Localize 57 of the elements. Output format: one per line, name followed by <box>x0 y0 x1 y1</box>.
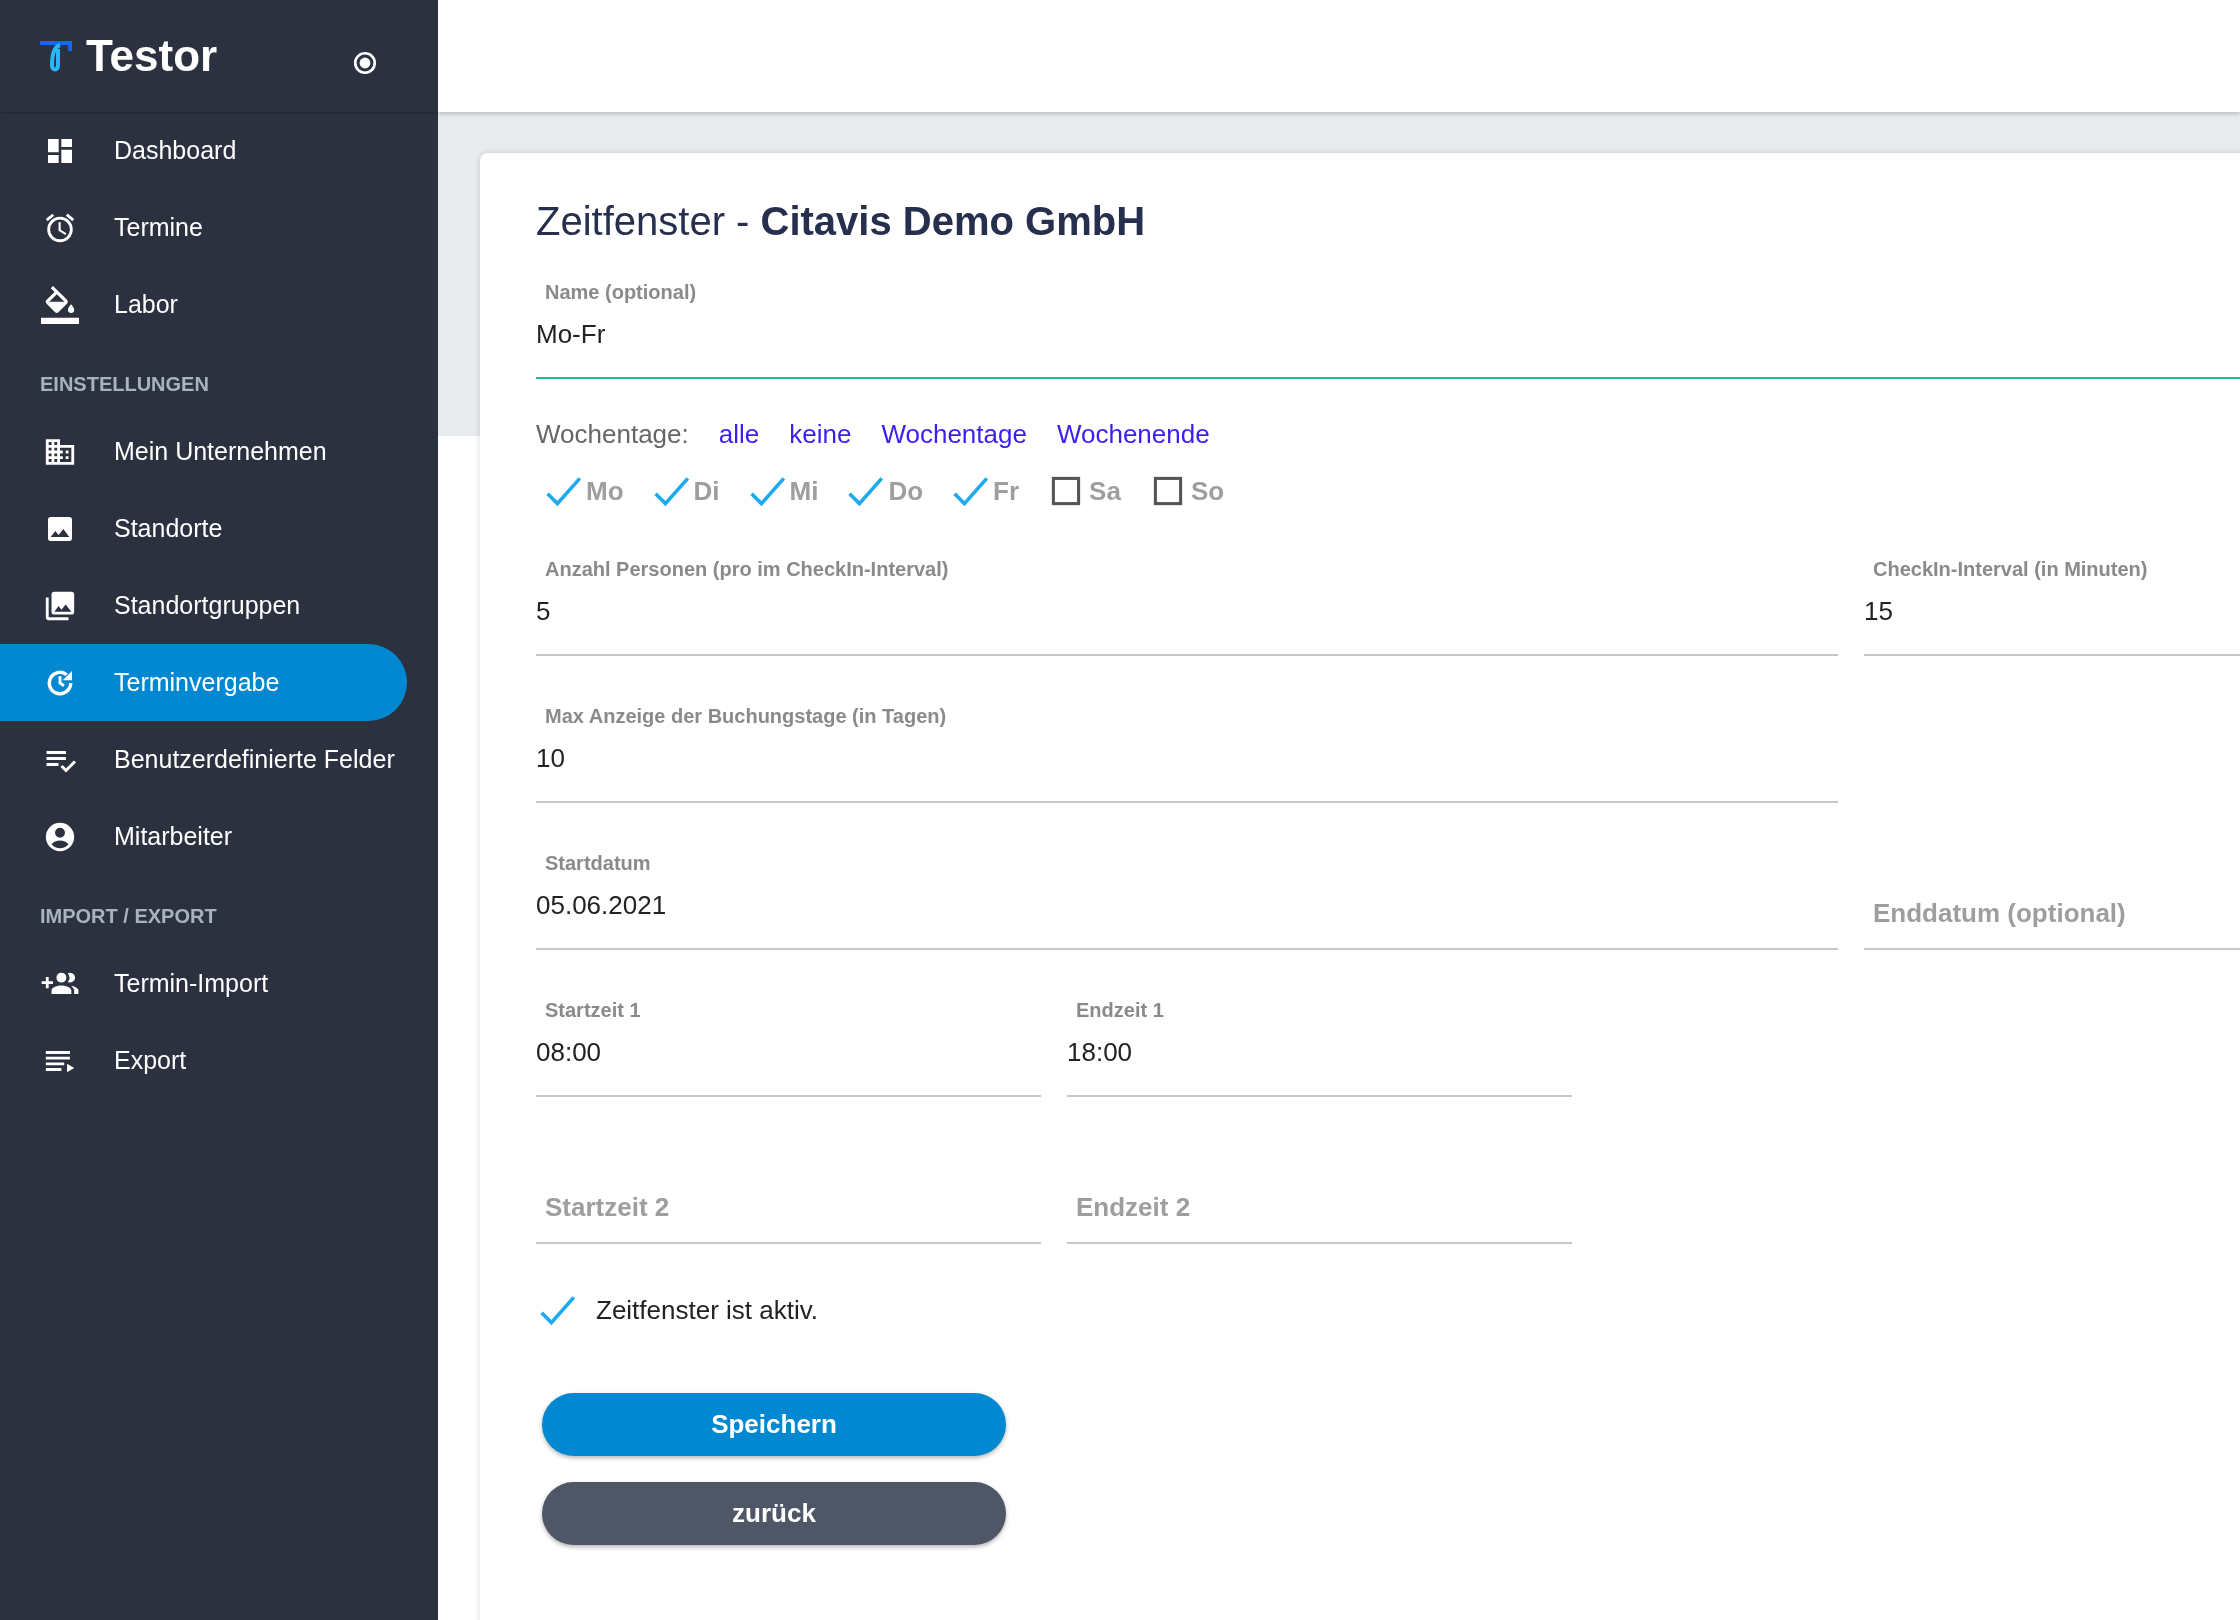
weekdays-label: Wochentage: <box>536 418 689 451</box>
field-placeholder: Startzeit 2 <box>545 1191 670 1224</box>
radio-toggle-icon[interactable] <box>352 50 378 76</box>
field-placeholder: Endzeit 2 <box>1076 1191 1191 1224</box>
field-label: Startdatum <box>545 851 651 876</box>
weekday-label: Mi <box>789 474 819 508</box>
weekday-label: So <box>1190 474 1225 508</box>
field-value: 10 <box>536 742 565 775</box>
nav-item[interactable]: Export <box>0 1022 407 1099</box>
weekday-label: Sa <box>1089 474 1121 508</box>
nav-item[interactable]: Standortgruppen <box>0 567 407 644</box>
active-label: Zeitfenster ist aktiv. <box>596 1293 819 1327</box>
page-title: Zeitfenster - Citavis Demo GmbH <box>536 201 1147 241</box>
nav-item[interactable]: Terminvergabe <box>0 644 407 721</box>
nav-item[interactable]: Mein Unternehmen <box>0 413 407 490</box>
back-button[interactable]: zurück <box>542 1482 1006 1545</box>
field-label: Startzeit 1 <box>545 998 641 1023</box>
field-value: 5 <box>536 595 551 628</box>
input-field[interactable]: Name (optional) Mo-Fr <box>536 277 2240 379</box>
field-label: Name (optional) <box>545 280 697 305</box>
weekday-label: Do <box>888 474 924 508</box>
field-placeholder: Enddatum (optional) <box>1873 897 2126 930</box>
nav-item[interactable]: Dashboard <box>0 112 407 189</box>
nav-item[interactable]: Termin-Import <box>0 945 407 1022</box>
brand-name: Testor <box>86 34 218 78</box>
input-field[interactable]: Max Anzeige der Buchungstage (in Tagen) 10 <box>536 701 1838 803</box>
weekday-label: Di <box>693 474 720 508</box>
nav-item[interactable]: Standorte <box>0 490 407 567</box>
nav-item[interactable]: Mitarbeiter <box>0 798 407 875</box>
field-label: Max Anzeige der Buchungstage (in Tagen) <box>545 704 947 729</box>
bucket-icon <box>41 285 79 324</box>
field-value: Mo-Fr <box>536 318 606 351</box>
field-value: 05.06.2021 <box>536 889 667 922</box>
input-field[interactable]: Startdatum 05.06.2021 <box>536 848 1838 950</box>
quick-select-link[interactable]: Wochenende <box>1056 415 1210 454</box>
nav-item[interactable]: Termine <box>0 189 407 266</box>
field-value: 18:00 <box>1067 1036 1133 1069</box>
nav-item[interactable]: Labor <box>0 266 407 343</box>
field-value: 08:00 <box>536 1036 602 1069</box>
section-heading: IMPORT / EXPORT <box>39 904 218 929</box>
input-field[interactable]: Startzeit 1 08:00 <box>536 995 1041 1097</box>
weekday-label: Mo <box>586 474 624 508</box>
field-label: Anzahl Personen (pro im CheckIn-Interval) <box>545 557 949 582</box>
nav-item[interactable]: Benutzerdefinierte Felder <box>0 721 407 798</box>
field-label: CheckIn-Interval (in Minuten) <box>1873 557 2148 582</box>
section-heading: EINSTELLUNGEN <box>39 372 210 397</box>
save-button[interactable]: Speichern <box>542 1393 1006 1456</box>
input-field[interactable]: CheckIn-Interval (in Minuten) 15 <box>1864 554 2240 656</box>
field-label: Endzeit 1 <box>1076 998 1164 1023</box>
logo-icon <box>38 39 72 73</box>
weekday-label: Fr <box>993 474 1020 508</box>
input-field[interactable]: Endzeit 1 18:00 <box>1067 995 1572 1097</box>
quick-select-link[interactable]: alle <box>718 415 760 454</box>
quick-select-link[interactable]: keine <box>789 415 852 454</box>
quick-select-link[interactable]: Wochentage <box>881 415 1027 454</box>
input-field[interactable]: Anzahl Personen (pro im CheckIn-Interval) 5 <box>536 554 1838 656</box>
field-value: 15 <box>1864 595 1893 628</box>
